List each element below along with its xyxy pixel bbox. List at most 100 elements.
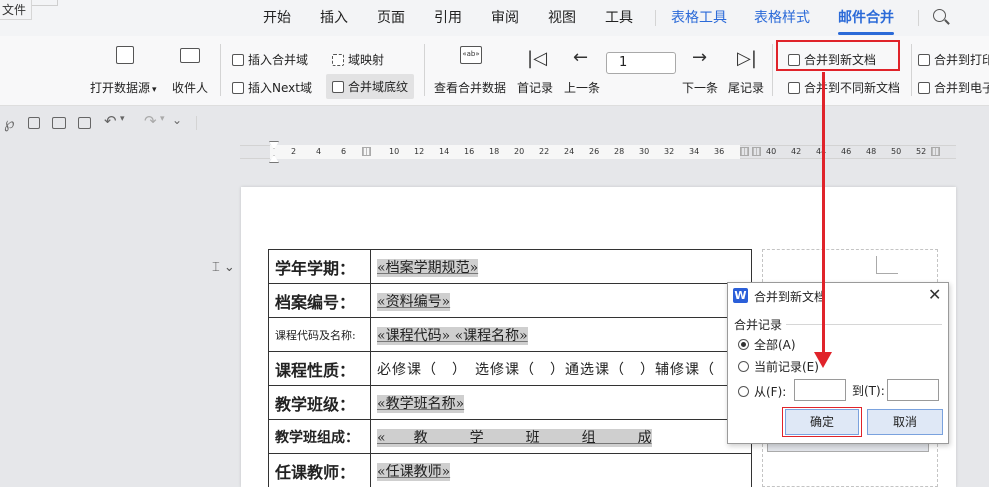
arrow-right-icon[interactable]: →	[692, 47, 707, 68]
merge-to-email-button[interactable]: 合并到电子	[918, 79, 989, 96]
undo-icon[interactable]: ↶	[104, 112, 117, 130]
to-label: 到(T):	[852, 384, 885, 398]
radio-current-record[interactable]: 当前记录(E)	[738, 358, 819, 375]
wps-writer-logo-icon: W	[733, 288, 748, 303]
table-label-cell[interactable]: 课程代码及名称:	[268, 317, 371, 352]
insert-field-icon	[232, 54, 244, 66]
link-icon[interactable]: ℘	[4, 114, 14, 132]
insert-next-icon	[232, 82, 244, 94]
recipients-button[interactable]: 收件人	[172, 79, 208, 96]
insert-merge-field-button[interactable]: 插入合并域	[232, 51, 308, 68]
record-number-input[interactable]: 1	[606, 52, 676, 74]
cancel-button[interactable]: 取消	[867, 409, 943, 435]
print-icon[interactable]	[52, 117, 66, 129]
to-record-input[interactable]	[887, 379, 939, 401]
indent-marker-icon[interactable]	[269, 141, 279, 167]
prev-record-button[interactable]: 上一条	[564, 79, 600, 96]
last-record-icon[interactable]: ▷|	[737, 48, 757, 69]
ruler-number: 30	[639, 147, 650, 156]
radio-all[interactable]: 全部(A)	[738, 336, 796, 353]
from-record-input[interactable]	[794, 379, 846, 401]
highlight-box-ok	[782, 407, 862, 437]
table-label-cell[interactable]: 任课教师：	[268, 453, 371, 487]
next-record-button[interactable]: 下一条	[682, 79, 718, 96]
menu-view[interactable]: 视图	[548, 0, 576, 36]
search-icon-handle	[944, 19, 950, 25]
save-icon[interactable]	[28, 117, 40, 129]
ruler-number: 14	[439, 147, 450, 156]
file-menu[interactable]: 文件	[0, 0, 32, 20]
insert-next-button[interactable]: 插入Next域	[232, 79, 312, 96]
ruler-number: 46	[841, 147, 852, 156]
merge-field[interactable]: « 教 学 班 组 成	[377, 428, 652, 447]
merge-to-email-label: 合并到电子	[934, 81, 989, 95]
open-datasource-button[interactable]: 打开数据源 ▾	[90, 79, 157, 96]
table-value-cell[interactable]: «任课教师»	[370, 453, 752, 487]
table-move-handle-icon[interactable]: ⌶ ⌄	[212, 260, 235, 275]
table-label-cell[interactable]: 课程性质：	[268, 351, 371, 386]
ruler-number: 26	[589, 147, 600, 156]
menu-insert[interactable]: 插入	[320, 0, 348, 36]
merge-to-printer-button[interactable]: 合并到打印	[918, 51, 989, 68]
dialog-title-bar[interactable]: W 合并到新文档 ✕	[728, 283, 948, 309]
annotation-arrow-head	[814, 352, 832, 368]
menu-tools[interactable]: 工具	[605, 0, 633, 36]
menu-page[interactable]: 页面	[377, 0, 405, 36]
ruler-number: 12	[414, 147, 425, 156]
ruler-number: 42	[791, 147, 802, 156]
ruler-column-marker[interactable]	[752, 147, 761, 156]
table-label-cell[interactable]: 教学班组成：	[268, 419, 371, 454]
table-label-cell[interactable]: 学年学期：	[268, 249, 371, 284]
chevron-down-icon[interactable]: ▾	[160, 114, 165, 124]
ruler-number: 50	[891, 147, 902, 156]
table-label-cell[interactable]: 教学班级：	[268, 385, 371, 420]
table-value-cell[interactable]: «档案学期规范»	[370, 249, 752, 284]
merge-field[interactable]: «任课教师»	[377, 462, 451, 481]
radio-icon[interactable]	[738, 386, 749, 397]
radio-icon[interactable]	[738, 361, 749, 372]
document-table: 学年学期： «档案学期规范» 档案编号： «资料编号» 课程代码及名称: «课程…	[268, 249, 752, 487]
group-divider	[786, 324, 942, 325]
menu-table-style[interactable]: 表格样式	[754, 0, 810, 36]
table-value-cell[interactable]: 必修课（ ） 选修课（ ）通选课（ ）辅修课（ ）	[370, 351, 752, 386]
print-preview-icon[interactable]	[78, 117, 91, 129]
printer-icon	[918, 54, 930, 66]
radio-from[interactable]: 从(F):	[738, 383, 786, 400]
merge-field[interactable]: «课程代码» «课程名称»	[377, 326, 528, 345]
table-value-cell[interactable]: « 教 学 班 组 成	[370, 419, 752, 454]
field-shading-button[interactable]: 合并域底纹	[326, 74, 415, 99]
ribbon-divider	[424, 44, 425, 96]
menu-references[interactable]: 引用	[434, 0, 462, 36]
merge-field[interactable]: «教学班名称»	[377, 394, 465, 413]
last-record-button[interactable]: 尾记录	[728, 79, 764, 96]
chevron-down-icon[interactable]: ▾	[120, 114, 125, 124]
merge-field[interactable]: «资料编号»	[377, 292, 451, 311]
first-record-icon[interactable]: |◁	[527, 48, 547, 69]
view-merged-data-button[interactable]: 查看合并数据	[434, 79, 506, 96]
table-value-cell[interactable]: «教学班名称»	[370, 385, 752, 420]
table-value-cell[interactable]: «课程代码» «课程名称»	[370, 317, 752, 352]
menu-table-tools[interactable]: 表格工具	[671, 0, 727, 36]
ruler-number: 4	[316, 147, 322, 156]
menu-mail-merge[interactable]: 邮件合并	[838, 0, 894, 36]
radio-selected-icon[interactable]	[738, 339, 749, 350]
menu-review[interactable]: 审阅	[491, 0, 519, 36]
chevron-down-icon: ▾	[152, 85, 157, 95]
ruler-column-marker[interactable]	[931, 147, 940, 156]
first-record-button[interactable]: 首记录	[517, 79, 553, 96]
file-menu-edge	[32, 0, 58, 6]
arrow-left-icon[interactable]: ←	[573, 47, 588, 68]
field-mapping-button[interactable]: 域映射	[332, 51, 384, 68]
ruler-column-marker[interactable]	[740, 147, 749, 156]
ruler-number: 40	[766, 147, 777, 156]
table-value-cell[interactable]: «资料编号»	[370, 283, 752, 318]
merge-to-different-docs-button[interactable]: 合并到不同新文档	[788, 79, 900, 96]
ruler-column-marker[interactable]	[362, 147, 371, 156]
menu-home[interactable]: 开始	[263, 0, 291, 36]
redo-icon[interactable]: ↷	[144, 112, 157, 130]
close-icon[interactable]: ✕	[928, 285, 941, 304]
table-row: 学年学期： «档案学期规范»	[268, 249, 752, 284]
merge-field[interactable]: «档案学期规范»	[377, 258, 479, 277]
table-label-cell[interactable]: 档案编号：	[268, 283, 371, 318]
customize-toolbar-icon[interactable]: ⌄	[172, 113, 182, 127]
